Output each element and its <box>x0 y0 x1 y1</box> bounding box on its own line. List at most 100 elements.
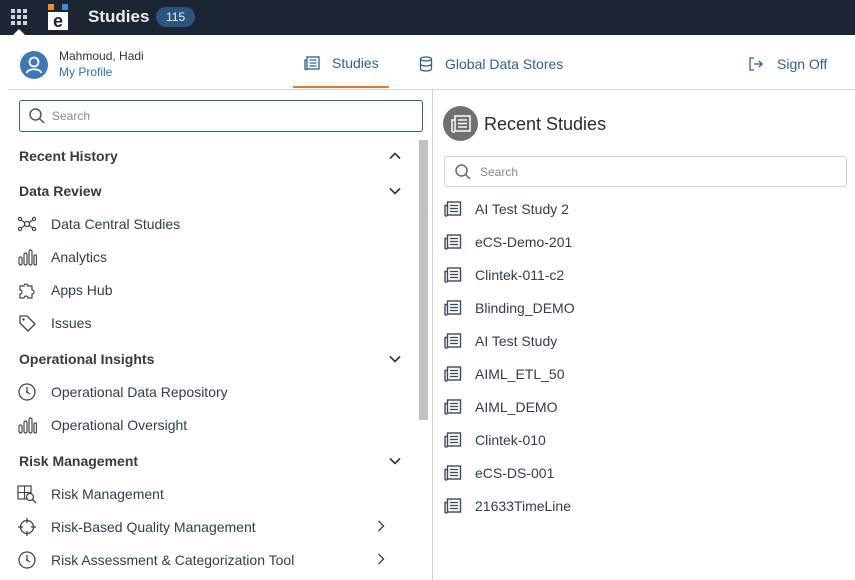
recent-search-box <box>444 156 847 187</box>
search-icon <box>455 163 471 180</box>
study-name: Clintek-011-c2 <box>475 266 565 283</box>
study-name: 21633TimeLine <box>475 497 571 514</box>
nav-item-analytics[interactable]: Analytics <box>8 240 418 273</box>
chevron-down-icon <box>389 187 401 195</box>
nav-item-label: Operational Data Repository <box>51 383 228 400</box>
nav-item-operational-data-repository[interactable]: Operational Data Repository <box>8 375 418 408</box>
nav-item-label: Risk-Based Quality Management <box>51 518 256 535</box>
study-icon <box>444 365 462 382</box>
section-operational-insights[interactable]: Operational Insights <box>8 342 418 375</box>
nav-item-apps-hub[interactable]: Apps Hub <box>8 273 418 306</box>
nav-item-label: Risk Assessment & Categorization Tool <box>51 551 295 568</box>
study-name: Clintek-010 <box>475 431 546 448</box>
app-launcher-icon[interactable] <box>11 9 27 25</box>
nav-item-label: Operational Oversight <box>51 416 188 433</box>
study-name: AIML_ETL_50 <box>475 365 565 382</box>
nav-item-label: Data Central Studies <box>51 215 181 232</box>
nav-item-risk-based-quality-management[interactable]: Risk-Based Quality Management <box>8 510 418 543</box>
top-bar: e Studies 115 <box>0 0 855 36</box>
list-item[interactable]: 21633TimeLine <box>444 489 844 522</box>
chevron-down-icon <box>389 457 401 465</box>
app-title: Studies <box>88 7 150 26</box>
list-item[interactable]: AIML_DEMO <box>444 390 844 423</box>
recent-search-input[interactable] <box>480 164 830 179</box>
study-icon <box>444 431 462 448</box>
nav-item-issues[interactable]: Issues <box>8 306 418 339</box>
tab-global-label: Global Data Stores <box>445 55 564 72</box>
menu-header: Mahmoud, Hadi My Profile Studies Global … <box>8 39 855 90</box>
nav-item-label: Issues <box>51 314 92 331</box>
study-icon <box>444 299 462 316</box>
user-name: Mahmoud, Hadi <box>59 49 144 63</box>
list-item[interactable]: AI Test Study 2 <box>444 192 844 225</box>
study-icon <box>444 233 462 250</box>
grid-search-icon <box>17 485 37 504</box>
bar-chart-icon <box>18 417 37 434</box>
study-name: AI Test Study <box>475 332 558 349</box>
tab-global-data-stores[interactable]: Global Data Stores <box>419 39 563 88</box>
chevron-up-icon <box>389 152 401 160</box>
nav-item-label: Apps Hub <box>51 281 113 298</box>
section-data-review[interactable]: Data Review <box>8 174 418 207</box>
list-item[interactable]: eCS-Demo-201 <box>444 225 844 258</box>
menu-caret <box>12 29 26 36</box>
study-name: AI Test Study 2 <box>475 200 569 217</box>
recent-studies-panel: Recent Studies AI Test Study 2 eCS-Demo-2… <box>434 90 855 580</box>
nav-item-label: Risk Management <box>51 485 164 502</box>
sign-out-icon <box>749 56 763 71</box>
study-count-badge: 115 <box>156 7 196 27</box>
section-label: Recent History <box>19 147 118 164</box>
study-icon <box>444 497 462 514</box>
tab-studies-label: Studies <box>332 54 379 71</box>
gauge-icon <box>18 551 36 569</box>
studies-icon <box>450 114 471 133</box>
nav-search-input[interactable] <box>52 109 402 123</box>
study-icon <box>444 464 462 481</box>
study-name: Blinding_DEMO <box>475 299 575 316</box>
list-item[interactable]: AI Test Study <box>444 324 844 357</box>
tab-studies[interactable]: Studies <box>293 39 389 88</box>
bar-chart-icon <box>18 249 37 266</box>
puzzle-icon <box>19 283 35 299</box>
nav-scrollbar[interactable] <box>419 140 428 420</box>
app-logo[interactable]: e <box>45 3 71 31</box>
database-icon <box>419 55 433 72</box>
gauge-icon <box>18 383 36 401</box>
study-name: eCS-DS-001 <box>475 464 555 481</box>
study-icon <box>444 398 462 415</box>
nav-item-risk-assessment-categorization-tool[interactable]: Risk Assessment & Categorization Tool <box>8 543 418 576</box>
crosshair-icon <box>18 518 36 536</box>
user-icon <box>25 56 43 74</box>
section-risk-management[interactable]: Risk Management <box>8 444 418 477</box>
nav-item-data-central-studies[interactable]: Data Central Studies <box>8 207 418 240</box>
chevron-right-icon <box>378 553 385 565</box>
study-name: eCS-Demo-201 <box>475 233 573 250</box>
list-item[interactable]: Blinding_DEMO <box>444 291 844 324</box>
study-icon <box>444 200 462 217</box>
nav-item-label: Analytics <box>51 248 108 265</box>
nav-item-risk-management[interactable]: Risk Management <box>8 477 418 510</box>
recent-studies-title: Recent Studies <box>484 114 607 134</box>
list-item[interactable]: eCS-DS-001 <box>444 456 844 489</box>
nav-item-operational-oversight[interactable]: Operational Oversight <box>8 408 418 441</box>
network-icon <box>17 216 37 232</box>
my-profile-link[interactable]: My Profile <box>59 65 112 79</box>
study-icon <box>444 332 462 349</box>
study-icon <box>444 266 462 283</box>
list-item[interactable]: Clintek-010 <box>444 423 844 456</box>
section-label: Operational Insights <box>19 350 155 367</box>
list-item[interactable]: AIML_ETL_50 <box>444 357 844 390</box>
nav-search-box <box>19 100 423 132</box>
navigation-panel: Recent History Data Review Data Central … <box>8 90 433 580</box>
sign-off-button[interactable]: Sign Off <box>748 39 827 88</box>
study-name: AIML_DEMO <box>475 398 558 415</box>
section-recent-history[interactable]: Recent History <box>8 139 418 172</box>
logo-letter: e <box>53 11 63 31</box>
search-icon <box>29 108 45 124</box>
list-item[interactable]: Clintek-011-c2 <box>444 258 844 291</box>
chevron-down-icon <box>389 355 401 363</box>
studies-icon <box>304 55 320 70</box>
recent-studies-badge <box>443 106 478 141</box>
section-label: Risk Management <box>19 452 139 469</box>
avatar[interactable] <box>20 51 48 79</box>
